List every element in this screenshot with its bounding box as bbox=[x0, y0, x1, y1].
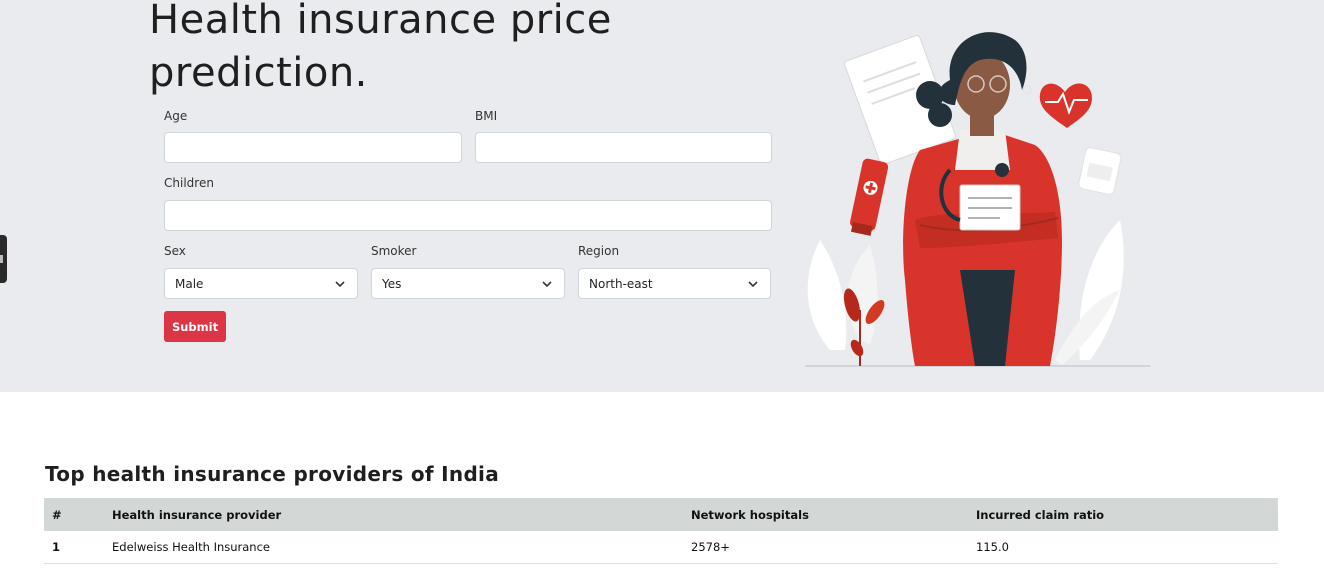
doctor-illustration bbox=[805, 32, 1150, 367]
row-hospitals: 2578+ bbox=[683, 531, 968, 564]
column-header-claim-ratio: Incurred claim ratio bbox=[976, 507, 1105, 522]
row-rank: 1 bbox=[44, 531, 104, 564]
column-header-rank: # bbox=[52, 507, 62, 522]
chevron-down-icon bbox=[335, 281, 345, 288]
hero-section: Health insurance price prediction. Age B… bbox=[0, 0, 1324, 392]
smoker-select-value: Yes bbox=[382, 277, 402, 291]
providers-table: # Health insurance provider Network hosp… bbox=[44, 498, 1278, 564]
children-label: Children bbox=[164, 176, 214, 190]
providers-title: Top health insurance providers of India bbox=[45, 462, 500, 486]
row-provider: Edelweiss Health Insurance bbox=[104, 531, 683, 564]
bmi-input[interactable] bbox=[475, 132, 772, 163]
age-input[interactable] bbox=[164, 132, 462, 163]
smoker-select[interactable]: Yes bbox=[371, 268, 565, 299]
region-label: Region bbox=[578, 244, 620, 258]
chevron-down-icon bbox=[542, 281, 552, 288]
region-select[interactable]: North-east bbox=[578, 268, 771, 299]
table-header-row: # Health insurance provider Network hosp… bbox=[44, 498, 1278, 531]
sex-select[interactable]: Male bbox=[164, 268, 358, 299]
region-select-value: North-east bbox=[589, 277, 653, 291]
submit-button[interactable]: Submit bbox=[164, 311, 226, 342]
column-header-hospitals: Network hospitals bbox=[691, 507, 809, 522]
sex-select-value: Male bbox=[175, 277, 204, 291]
children-input[interactable] bbox=[164, 200, 772, 231]
chevron-down-icon bbox=[748, 281, 758, 288]
column-header-provider: Health insurance provider bbox=[112, 507, 282, 522]
page-title: Health insurance price prediction. bbox=[149, 0, 612, 96]
row-claim-ratio: 115.0 bbox=[968, 531, 1278, 564]
smoker-label: Smoker bbox=[371, 244, 417, 258]
age-label: Age bbox=[164, 109, 188, 123]
sex-label: Sex bbox=[164, 244, 186, 258]
bmi-label: BMI bbox=[475, 109, 498, 123]
table-row: 1 Edelweiss Health Insurance 2578+ 115.0 bbox=[44, 531, 1278, 564]
side-tab-handle[interactable] bbox=[0, 235, 7, 283]
